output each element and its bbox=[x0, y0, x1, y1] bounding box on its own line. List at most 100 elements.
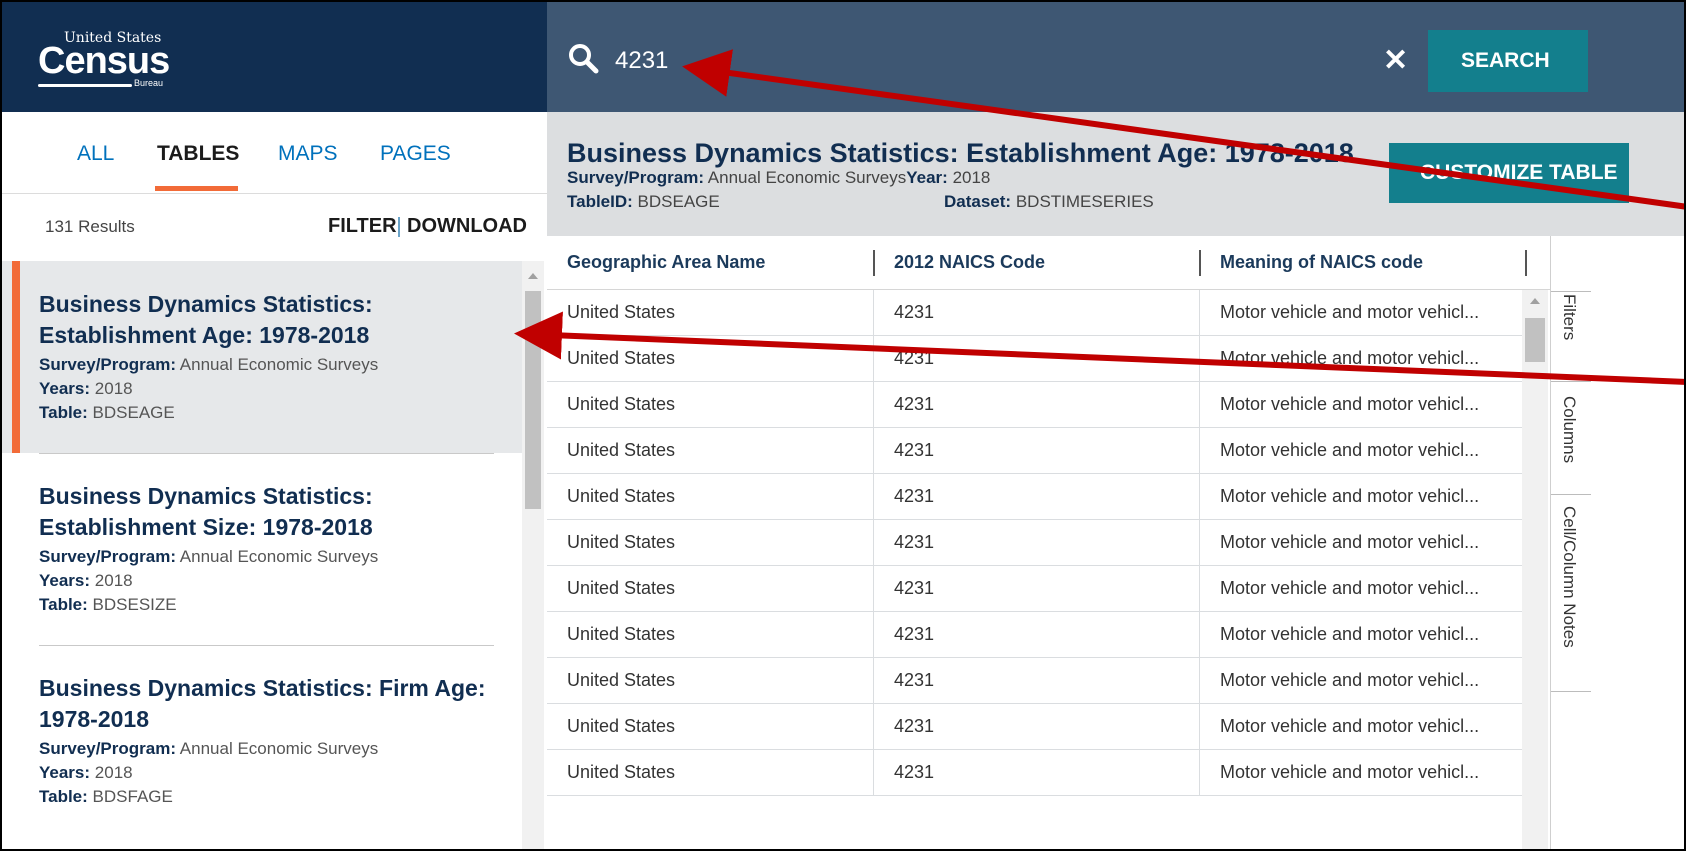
search-icon bbox=[567, 42, 601, 81]
app-frame: United States Census Bureau ALL TABLES M… bbox=[0, 0, 1686, 851]
table-row[interactable]: United States 4231 Motor vehicle and motor… bbox=[547, 520, 1522, 566]
search-input[interactable] bbox=[615, 44, 1255, 78]
column-divider bbox=[1199, 658, 1200, 704]
column-divider bbox=[873, 612, 874, 658]
column-header[interactable]: Meaning of NAICS code bbox=[1220, 252, 1423, 273]
table-cell: Motor vehicle and motor vehicl... bbox=[1220, 762, 1480, 782]
table-cell: United States bbox=[567, 578, 676, 598]
logo-bar: United States Census Bureau bbox=[2, 2, 547, 112]
column-header[interactable]: Geographic Area Name bbox=[567, 252, 765, 273]
results-scrollbar[interactable] bbox=[522, 261, 544, 849]
table-cell: United States bbox=[567, 762, 676, 782]
scroll-thumb[interactable] bbox=[525, 291, 541, 509]
table-cell: 4231 bbox=[894, 302, 935, 322]
table-cell: United States bbox=[567, 716, 676, 736]
customize-table-button[interactable]: CUSTOMIZE TABLE bbox=[1389, 143, 1629, 203]
close-icon[interactable]: ✕ bbox=[1383, 46, 1408, 76]
table-cell: United States bbox=[567, 670, 676, 690]
download-button[interactable]: DOWNLOAD bbox=[407, 215, 527, 238]
table-scrollbar[interactable] bbox=[1522, 290, 1548, 849]
table-cell: Motor vehicle and motor vehicl... bbox=[1220, 578, 1480, 598]
divider bbox=[39, 645, 494, 646]
filter-button[interactable]: FILTER bbox=[328, 215, 397, 238]
table-cell: United States bbox=[567, 532, 676, 552]
search-button[interactable]: SEARCH bbox=[1428, 30, 1588, 92]
column-divider bbox=[1199, 336, 1200, 382]
column-headers: Geographic Area Name 2012 NAICS Code Mea… bbox=[547, 236, 1557, 290]
result-years: Years: 2018 bbox=[39, 379, 133, 398]
side-tab-notes[interactable]: Cell/Column Notes bbox=[1559, 506, 1579, 648]
table-cell: Motor vehicle and motor vehicl... bbox=[1220, 670, 1480, 690]
table-row[interactable]: United States 4231 Motor vehicle and motor… bbox=[547, 382, 1522, 428]
result-title[interactable]: Business Dynamics Statistics: Establishm… bbox=[39, 289, 489, 351]
side-tab-columns[interactable]: Columns bbox=[1559, 396, 1579, 463]
divider bbox=[398, 217, 400, 237]
search-bar: ✕ SEARCH bbox=[547, 2, 1684, 112]
result-title[interactable]: Business Dynamics Statistics: Establishm… bbox=[39, 481, 489, 543]
result-item[interactable]: Business Dynamics Statistics: Establishm… bbox=[2, 453, 522, 645]
result-item[interactable]: Business Dynamics Statistics: Firm Age: … bbox=[2, 645, 522, 849]
table-row[interactable]: United States 4231 Motor vehicle and motor… bbox=[547, 750, 1522, 796]
tab-all[interactable]: ALL bbox=[77, 142, 114, 166]
column-divider bbox=[1199, 704, 1200, 750]
column-divider bbox=[1199, 750, 1200, 796]
table-dataset: Dataset: BDSTIMESERIES bbox=[944, 192, 1154, 211]
table-row[interactable]: United States 4231 Motor vehicle and motor… bbox=[547, 336, 1522, 382]
column-divider bbox=[1199, 474, 1200, 520]
divider bbox=[1551, 291, 1591, 292]
table-row[interactable]: United States 4231 Motor vehicle and motor… bbox=[547, 290, 1522, 336]
table-row[interactable]: United States 4231 Motor vehicle and motor… bbox=[547, 428, 1522, 474]
table-row[interactable]: United States 4231 Motor vehicle and motor… bbox=[547, 658, 1522, 704]
table-cell: 4231 bbox=[894, 762, 935, 782]
table-cell: 4231 bbox=[894, 670, 935, 690]
table-row[interactable]: United States 4231 Motor vehicle and motor… bbox=[547, 612, 1522, 658]
table-cell: 4231 bbox=[894, 394, 935, 414]
table-cell: United States bbox=[567, 348, 676, 368]
column-divider bbox=[1199, 520, 1200, 566]
divider bbox=[1551, 691, 1591, 692]
table-cell: 4231 bbox=[894, 716, 935, 736]
table-title: Business Dynamics Statistics: Establishm… bbox=[567, 138, 1354, 168]
table-cell: Motor vehicle and motor vehicl... bbox=[1220, 532, 1480, 552]
column-divider bbox=[873, 336, 874, 382]
column-resize-handle[interactable] bbox=[1525, 250, 1527, 276]
tab-pages[interactable]: PAGES bbox=[380, 142, 451, 166]
result-title[interactable]: Business Dynamics Statistics: Firm Age: … bbox=[39, 673, 489, 735]
logo-sub-text: Bureau bbox=[134, 78, 164, 88]
divider bbox=[1551, 494, 1591, 495]
table-row[interactable]: United States 4231 Motor vehicle and motor… bbox=[547, 474, 1522, 520]
scroll-up-icon[interactable] bbox=[528, 273, 538, 279]
table-cell: United States bbox=[567, 302, 676, 322]
table-row[interactable]: United States 4231 Motor vehicle and motor… bbox=[547, 704, 1522, 750]
results-list: Business Dynamics Statistics: Establishm… bbox=[2, 261, 522, 849]
column-divider bbox=[1199, 612, 1200, 658]
column-resize-handle[interactable] bbox=[1199, 250, 1201, 276]
side-tab-filters[interactable]: Filters bbox=[1559, 294, 1579, 340]
column-resize-handle[interactable] bbox=[873, 250, 875, 276]
table-cell: United States bbox=[567, 440, 676, 460]
result-item[interactable]: Business Dynamics Statistics: Establishm… bbox=[2, 261, 522, 453]
divider bbox=[39, 453, 494, 454]
table-cell: 4231 bbox=[894, 624, 935, 644]
table-cell: Motor vehicle and motor vehicl... bbox=[1220, 394, 1480, 414]
table-cell: Motor vehicle and motor vehicl... bbox=[1220, 348, 1480, 368]
scroll-up-icon[interactable] bbox=[1530, 298, 1540, 304]
table-cell: 4231 bbox=[894, 532, 935, 552]
column-divider bbox=[873, 382, 874, 428]
table-cell: 4231 bbox=[894, 578, 935, 598]
scroll-thumb[interactable] bbox=[1525, 318, 1545, 362]
table-cell: United States bbox=[567, 624, 676, 644]
table-row[interactable]: United States 4231 Motor vehicle and motor… bbox=[547, 566, 1522, 612]
column-header[interactable]: 2012 NAICS Code bbox=[894, 252, 1045, 273]
column-divider bbox=[873, 290, 874, 336]
table-body: United States 4231 Motor vehicle and motor… bbox=[547, 290, 1522, 849]
table-cell: 4231 bbox=[894, 348, 935, 368]
right-panel: ✕ SEARCH Business Dynamics Statistics: E… bbox=[547, 2, 1684, 849]
table-cell: United States bbox=[567, 394, 676, 414]
tab-tables[interactable]: TABLES bbox=[157, 142, 239, 166]
result-years: Years: 2018 bbox=[39, 763, 133, 782]
tab-maps[interactable]: MAPS bbox=[278, 142, 338, 166]
column-divider bbox=[873, 566, 874, 612]
active-tab-indicator bbox=[155, 186, 238, 191]
table-cell: 4231 bbox=[894, 486, 935, 506]
